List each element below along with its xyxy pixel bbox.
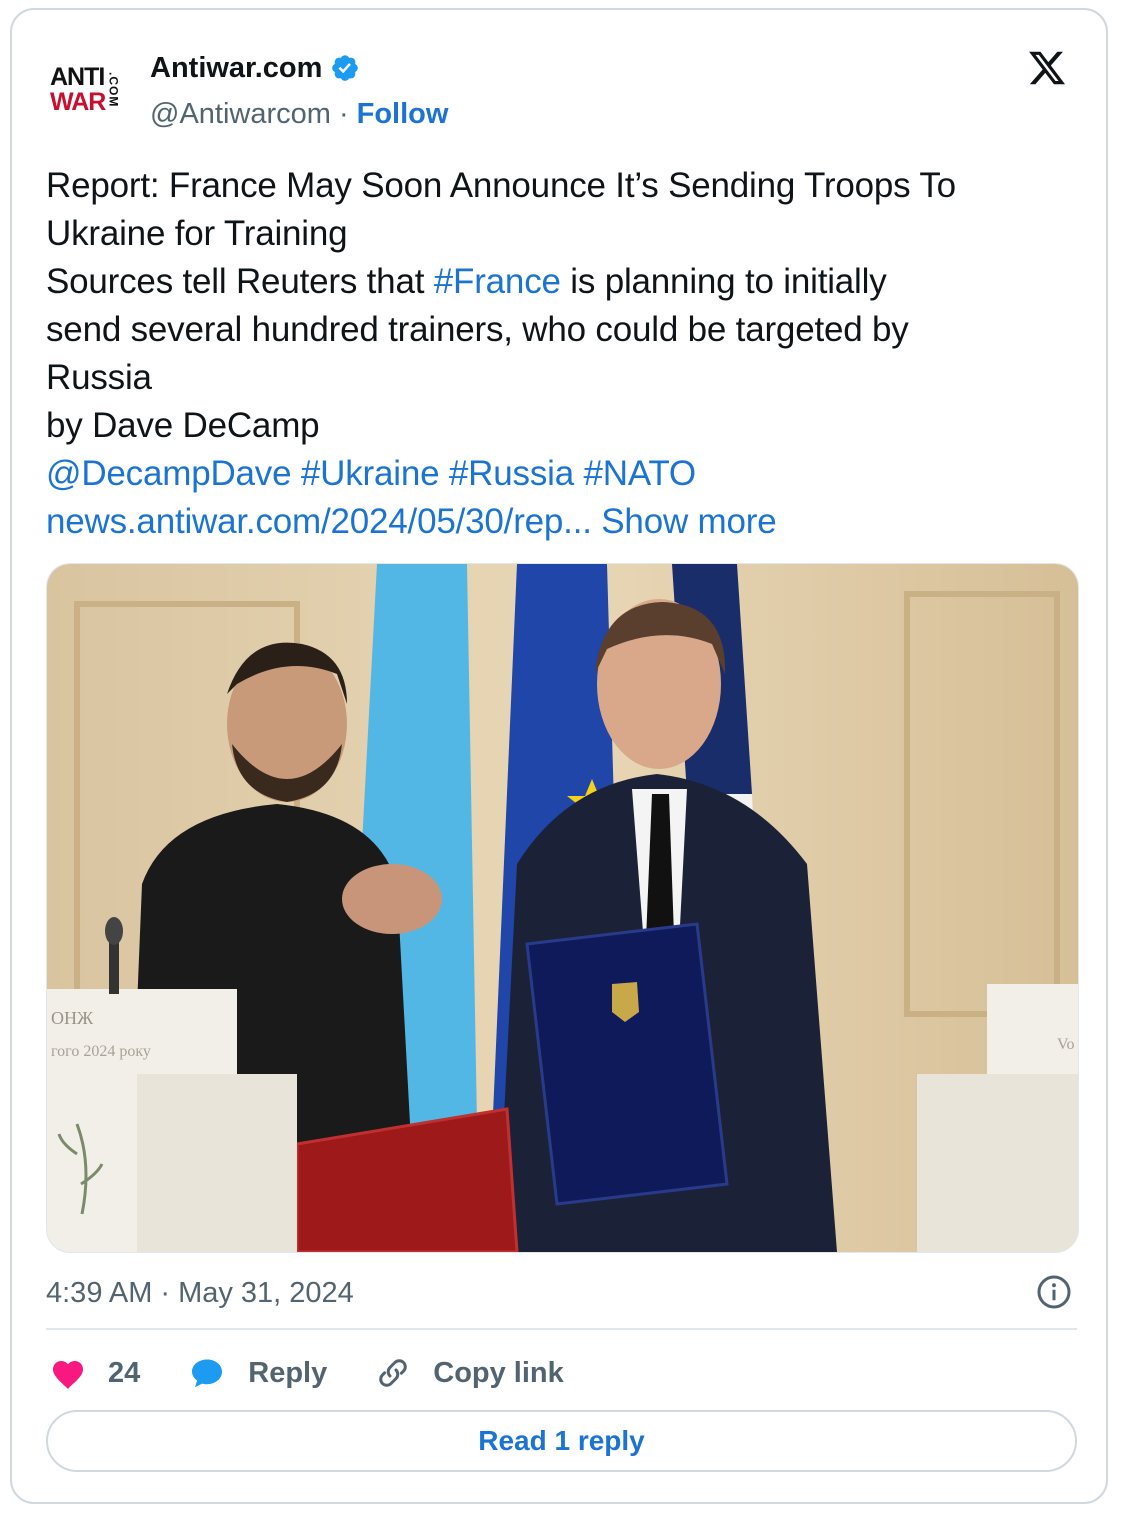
podium-text-3: Vo (1057, 1036, 1075, 1053)
account-avatar-logo[interactable]: ANTI WAR .COM (50, 54, 144, 126)
tweet-actions: 24 Reply Copy link (50, 1345, 612, 1401)
tweet-line-5: Russia (46, 358, 152, 397)
logo-text-anti: ANTI (50, 63, 105, 91)
tweet-timestamp-row: 4:39 AM · May 31, 2024 (46, 1272, 1076, 1314)
show-more-link[interactable]: Show more (601, 502, 776, 541)
tweet-line-6: by Dave DeCamp (46, 406, 320, 445)
reply-label: Reply (248, 1356, 328, 1389)
logo-text-war: WAR (50, 88, 106, 116)
tweet-tags-line: @DecampDave #Ukraine #Russia #NATO (46, 450, 1086, 498)
podium-text-1: ОНЖ (51, 1008, 94, 1028)
read-replies-label: Read 1 reply (478, 1425, 645, 1456)
like-count: 24 (108, 1356, 141, 1389)
timestamp-separator: · (160, 1276, 171, 1309)
hashtag-russia[interactable]: #Russia (449, 454, 574, 493)
read-replies-button[interactable]: Read 1 reply (46, 1410, 1077, 1472)
follow-button[interactable]: Follow (357, 98, 449, 131)
logo-text-com: .COM (106, 72, 121, 108)
verified-badge-icon (332, 55, 359, 81)
like-button[interactable]: 24 (50, 1356, 140, 1390)
info-icon[interactable] (1036, 1274, 1072, 1310)
copy-link-button[interactable]: Copy link (375, 1355, 564, 1391)
article-link[interactable]: news.antiwar.com/2024/05/30/rep... (46, 502, 592, 541)
tweet-line-2: Ukraine for Training (46, 214, 348, 253)
divider (46, 1328, 1077, 1330)
hashtag-nato[interactable]: #NATO (584, 454, 697, 493)
photo-illustration: ОНЖ гого 2024 року Vo (47, 564, 1078, 1252)
hashtag-ukraine[interactable]: #Ukraine (301, 454, 440, 493)
hashtag-france[interactable]: #France (434, 262, 561, 301)
account-handle[interactable]: @Antiwarcom (150, 98, 331, 131)
tweet-line-3-start: Sources tell Reuters that (46, 262, 434, 301)
mention-decampdave[interactable]: @DecampDave (46, 454, 292, 493)
podium-text-2: гого 2024 року (51, 1043, 151, 1060)
tweet-embed-card: ANTI WAR .COM Antiwar.com @Antiwarcom · … (10, 8, 1108, 1504)
link-icon (379, 1359, 407, 1387)
tweet-photo[interactable]: ОНЖ гого 2024 року Vo (46, 563, 1079, 1253)
tweet-header: ANTI WAR .COM Antiwar.com @Antiwarcom · … (50, 44, 1076, 134)
tweet-line-4: send several hundred trainers, who could… (46, 310, 909, 349)
tweet-line-1: Report: France May Soon Announce It’s Se… (46, 166, 956, 205)
tweet-line-3: Sources tell Reuters that #France is pla… (46, 258, 1086, 306)
copy-link-label: Copy link (433, 1356, 564, 1389)
heart-icon (53, 1361, 83, 1389)
x-logo-icon[interactable] (1026, 48, 1068, 88)
reply-button[interactable]: Reply (188, 1355, 327, 1391)
reply-bubble-icon (192, 1359, 223, 1388)
tweet-time[interactable]: 4:39 AM (46, 1277, 152, 1310)
tweet-line-3-end: is planning to initially (560, 262, 887, 301)
tweet-date[interactable]: May 31, 2024 (178, 1277, 354, 1310)
handle-separator: · (338, 97, 349, 130)
tweet-url-line: news.antiwar.com/2024/05/30/rep... Show … (46, 498, 1086, 546)
account-display-name[interactable]: Antiwar.com (150, 52, 322, 85)
tweet-text: Report: France May Soon Announce It’s Se… (46, 162, 1086, 546)
account-info: Antiwar.com @Antiwarcom · Follow (150, 48, 448, 134)
